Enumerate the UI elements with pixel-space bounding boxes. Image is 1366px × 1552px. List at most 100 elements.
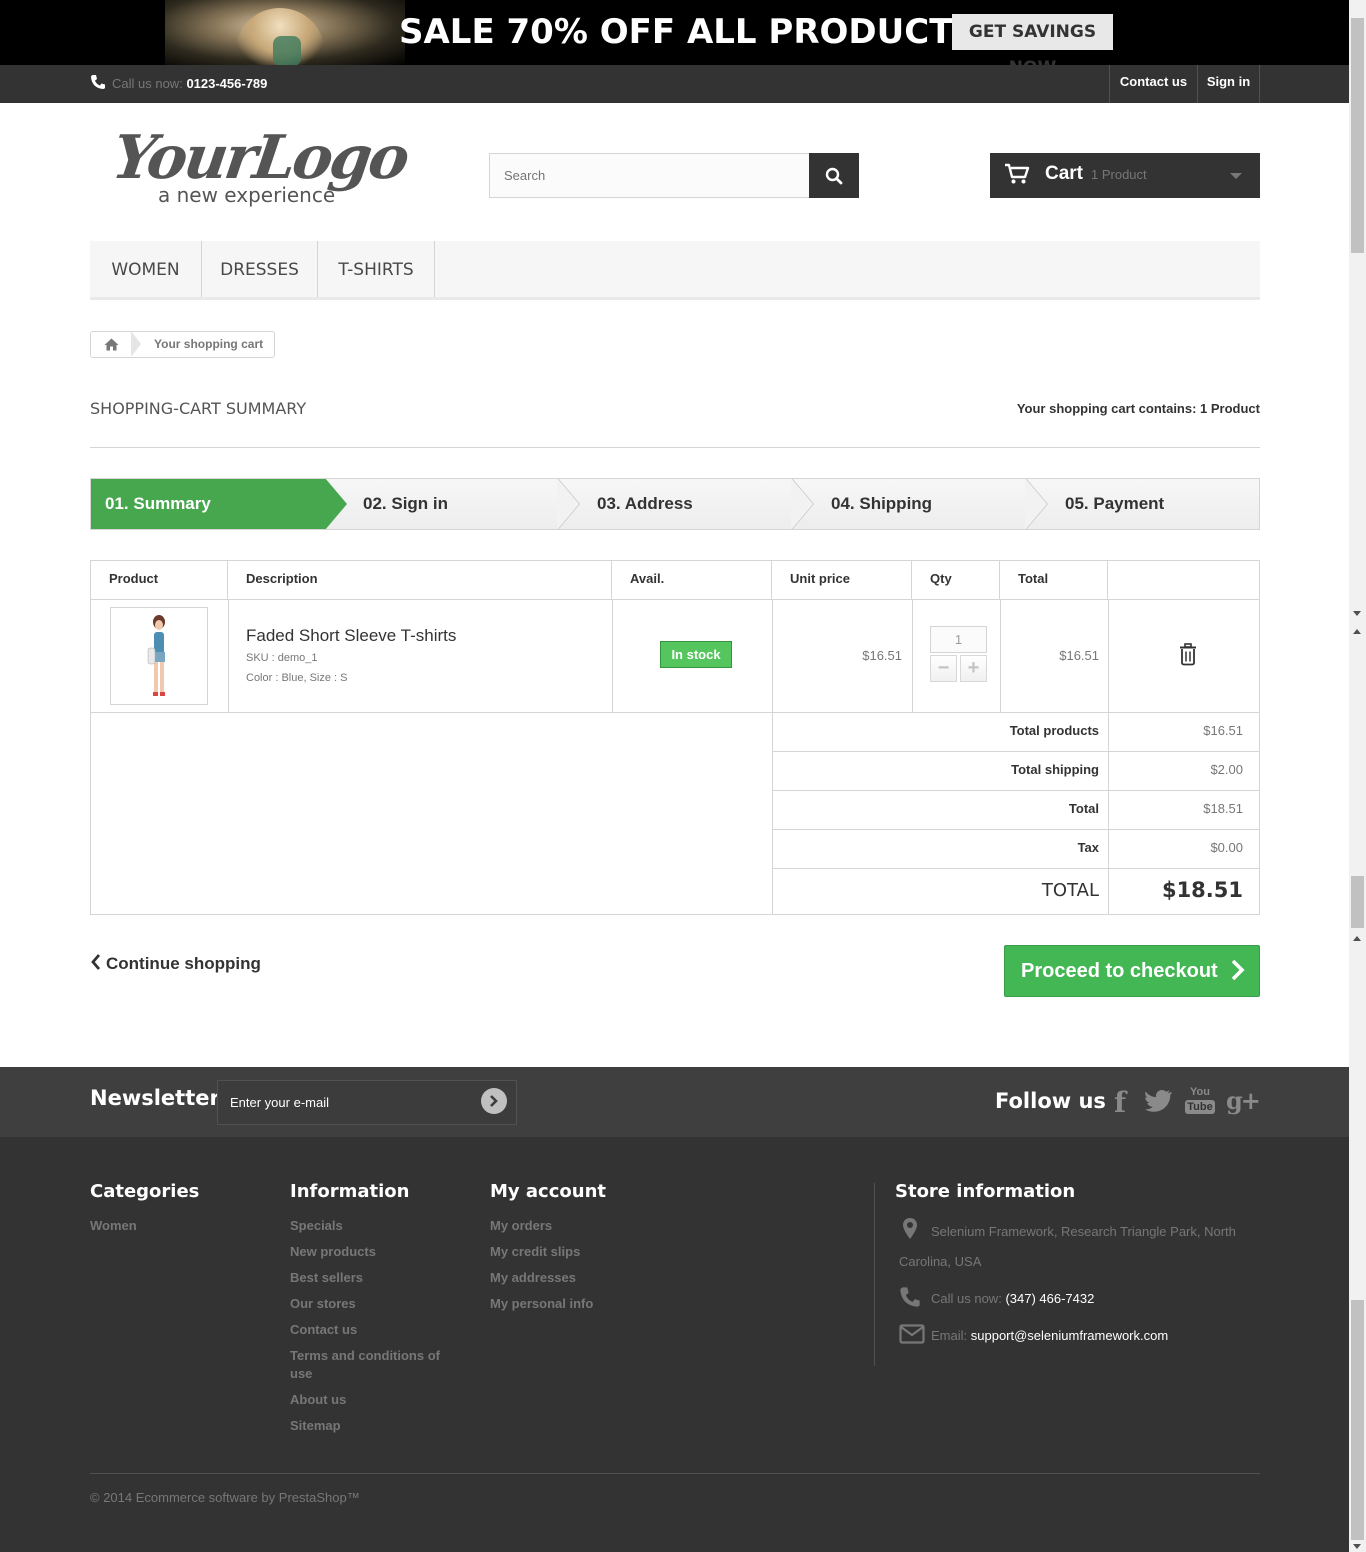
logo-tagline: a new experience bbox=[158, 183, 336, 207]
col-header-unit-price: Unit price bbox=[772, 561, 912, 600]
delete-button[interactable] bbox=[1178, 643, 1198, 666]
footer-link-sitemap[interactable]: Sitemap bbox=[290, 1418, 341, 1433]
get-savings-button[interactable]: GET SAVINGS NOW bbox=[952, 14, 1113, 65]
in-stock-badge: In stock bbox=[660, 641, 732, 668]
tax-value: $0.00 bbox=[1210, 840, 1243, 855]
sign-in-link[interactable]: Sign in bbox=[1197, 65, 1260, 103]
col-divider bbox=[772, 599, 773, 914]
store-email-link[interactable]: support@seleniumframework.com bbox=[971, 1328, 1168, 1343]
col-header-description: Description bbox=[228, 561, 612, 600]
checkout-label: Proceed to checkout bbox=[1021, 960, 1218, 982]
copyright-text[interactable]: © 2014 Ecommerce software by PrestaShop™ bbox=[90, 1490, 360, 1505]
newsletter-submit-button[interactable] bbox=[481, 1088, 507, 1114]
qty-decrease-button[interactable]: − bbox=[930, 655, 957, 682]
newsletter-email-input[interactable] bbox=[217, 1080, 517, 1125]
search-input[interactable] bbox=[489, 153, 810, 198]
envelope-icon bbox=[899, 1324, 925, 1349]
menu-item-dresses[interactable]: DRESSES bbox=[202, 241, 318, 297]
total-label: Total bbox=[1068, 801, 1099, 816]
phone-icon bbox=[91, 75, 105, 89]
store-email: Email: support@seleniumframework.com bbox=[931, 1328, 1168, 1343]
step-payment[interactable]: 05. Payment bbox=[1065, 479, 1164, 529]
step-address[interactable]: 03. Address bbox=[597, 479, 693, 529]
store-phone-number: (347) 466-7432 bbox=[1005, 1291, 1095, 1306]
promo-banner[interactable]: SALE 70% OFF ALL PRODUCTS GET SAVINGS NO… bbox=[0, 0, 1349, 65]
main-menu: WOMEN DRESSES T-SHIRTS bbox=[90, 241, 1260, 300]
qty-increase-button[interactable]: + bbox=[960, 655, 987, 682]
col-header-avail: Avail. bbox=[612, 561, 772, 600]
footer-link-women[interactable]: Women bbox=[90, 1218, 137, 1233]
product-thumbnail[interactable] bbox=[110, 607, 208, 705]
scroll-up-arrow[interactable] bbox=[1353, 629, 1361, 634]
step-sign-in[interactable]: 02. Sign in bbox=[363, 479, 448, 529]
footer-link-about-us[interactable]: About us bbox=[290, 1392, 346, 1407]
unit-price: $16.51 bbox=[862, 648, 902, 663]
footer-link-contact-us[interactable]: Contact us bbox=[290, 1322, 357, 1337]
site-logo[interactable]: YourLogo a new experience bbox=[108, 123, 411, 213]
header-phone: Call us now: 0123-456-789 bbox=[90, 74, 267, 91]
scroll-up-arrow[interactable] bbox=[1353, 936, 1361, 941]
contact-us-link[interactable]: Contact us bbox=[1109, 65, 1197, 103]
step-arrow bbox=[791, 479, 813, 529]
col-divider bbox=[912, 599, 913, 712]
continue-shopping-link[interactable]: Continue shopping bbox=[90, 954, 261, 974]
step-summary: 01. Summary bbox=[105, 494, 211, 513]
chevron-left-icon bbox=[91, 954, 101, 970]
cart-label: Cart bbox=[1045, 163, 1084, 184]
scroll-down-arrow[interactable] bbox=[1353, 611, 1361, 616]
facebook-icon[interactable]: f bbox=[1105, 1086, 1135, 1119]
store-phone: Call us now: (347) 466-7432 bbox=[931, 1291, 1094, 1306]
search-icon bbox=[825, 167, 843, 184]
categories-title: Categories bbox=[90, 1181, 200, 1202]
store-call-label: Call us now: bbox=[931, 1291, 1002, 1306]
checkout-steps: 01. Summary 02. Sign in 03. Address 04. … bbox=[90, 478, 1260, 530]
header-phone-number: 0123-456-789 bbox=[186, 76, 268, 91]
row-divider bbox=[91, 712, 1259, 713]
product-name-link[interactable]: Faded Short Sleeve T-shirts bbox=[246, 626, 456, 646]
my-account-title[interactable]: My account bbox=[490, 1181, 606, 1202]
twitter-icon[interactable] bbox=[1144, 1086, 1174, 1116]
store-divider bbox=[874, 1183, 875, 1366]
total-shipping-value: $2.00 bbox=[1210, 762, 1243, 777]
store-address-line-1: Selenium Framework, Research Triangle Pa… bbox=[931, 1224, 1236, 1239]
footer-link-best-sellers[interactable]: Best sellers bbox=[290, 1270, 363, 1285]
footer-link-new-products[interactable]: New products bbox=[290, 1244, 376, 1259]
step-shipping[interactable]: 04. Shipping bbox=[831, 479, 932, 529]
youtube-icon[interactable]: You Tube bbox=[1185, 1086, 1215, 1116]
breadcrumb-current: Your shopping cart bbox=[154, 337, 264, 351]
footer-link-addresses[interactable]: My addresses bbox=[490, 1270, 576, 1285]
row-divider bbox=[91, 599, 1259, 600]
google-plus-icon[interactable]: g+ bbox=[1226, 1086, 1261, 1116]
menu-item-women[interactable]: WOMEN bbox=[90, 241, 202, 297]
search-button[interactable] bbox=[809, 153, 859, 198]
tax-label: Tax bbox=[1077, 840, 1099, 855]
cart-icon bbox=[1005, 163, 1030, 184]
cart-count: 1 Product bbox=[1091, 167, 1147, 182]
phone-icon bbox=[899, 1286, 921, 1313]
menu-item-tshirts[interactable]: T-SHIRTS bbox=[318, 241, 435, 297]
cart-dropdown[interactable]: Cart 1 Product bbox=[990, 153, 1260, 198]
quantity-input[interactable] bbox=[930, 626, 987, 653]
footer-link-my-orders[interactable]: My orders bbox=[490, 1218, 552, 1233]
step-arrow bbox=[1025, 479, 1047, 529]
product-attributes[interactable]: Color : Blue, Size : S bbox=[246, 672, 348, 684]
cart-table: Product Description Avail. Unit price Qt… bbox=[90, 560, 1260, 915]
footer-link-terms[interactable]: Terms and conditions of bbox=[290, 1348, 440, 1363]
row-divider bbox=[772, 751, 1259, 752]
col-header-product: Product bbox=[91, 561, 228, 600]
scrollbar-thumb[interactable] bbox=[1351, 1300, 1364, 1540]
scroll-down-arrow[interactable] bbox=[1353, 1544, 1361, 1549]
breadcrumb-home[interactable] bbox=[91, 332, 131, 357]
scrollbar-thumb[interactable] bbox=[1351, 18, 1364, 253]
row-divider bbox=[772, 790, 1259, 791]
grand-total-label: TOTAL bbox=[1041, 880, 1099, 901]
grand-total-value: $18.51 bbox=[1161, 878, 1243, 902]
footer-link-terms-cont[interactable]: use bbox=[290, 1366, 312, 1381]
footer-link-specials[interactable]: Specials bbox=[290, 1218, 343, 1233]
proceed-to-checkout-button[interactable]: Proceed to checkout bbox=[1004, 945, 1260, 997]
breadcrumb-separator bbox=[131, 331, 141, 357]
footer-link-credit-slips[interactable]: My credit slips bbox=[490, 1244, 580, 1259]
scrollbar-thumb[interactable] bbox=[1351, 876, 1364, 928]
footer-link-personal-info[interactable]: My personal info bbox=[490, 1296, 593, 1311]
footer-link-our-stores[interactable]: Our stores bbox=[290, 1296, 356, 1311]
